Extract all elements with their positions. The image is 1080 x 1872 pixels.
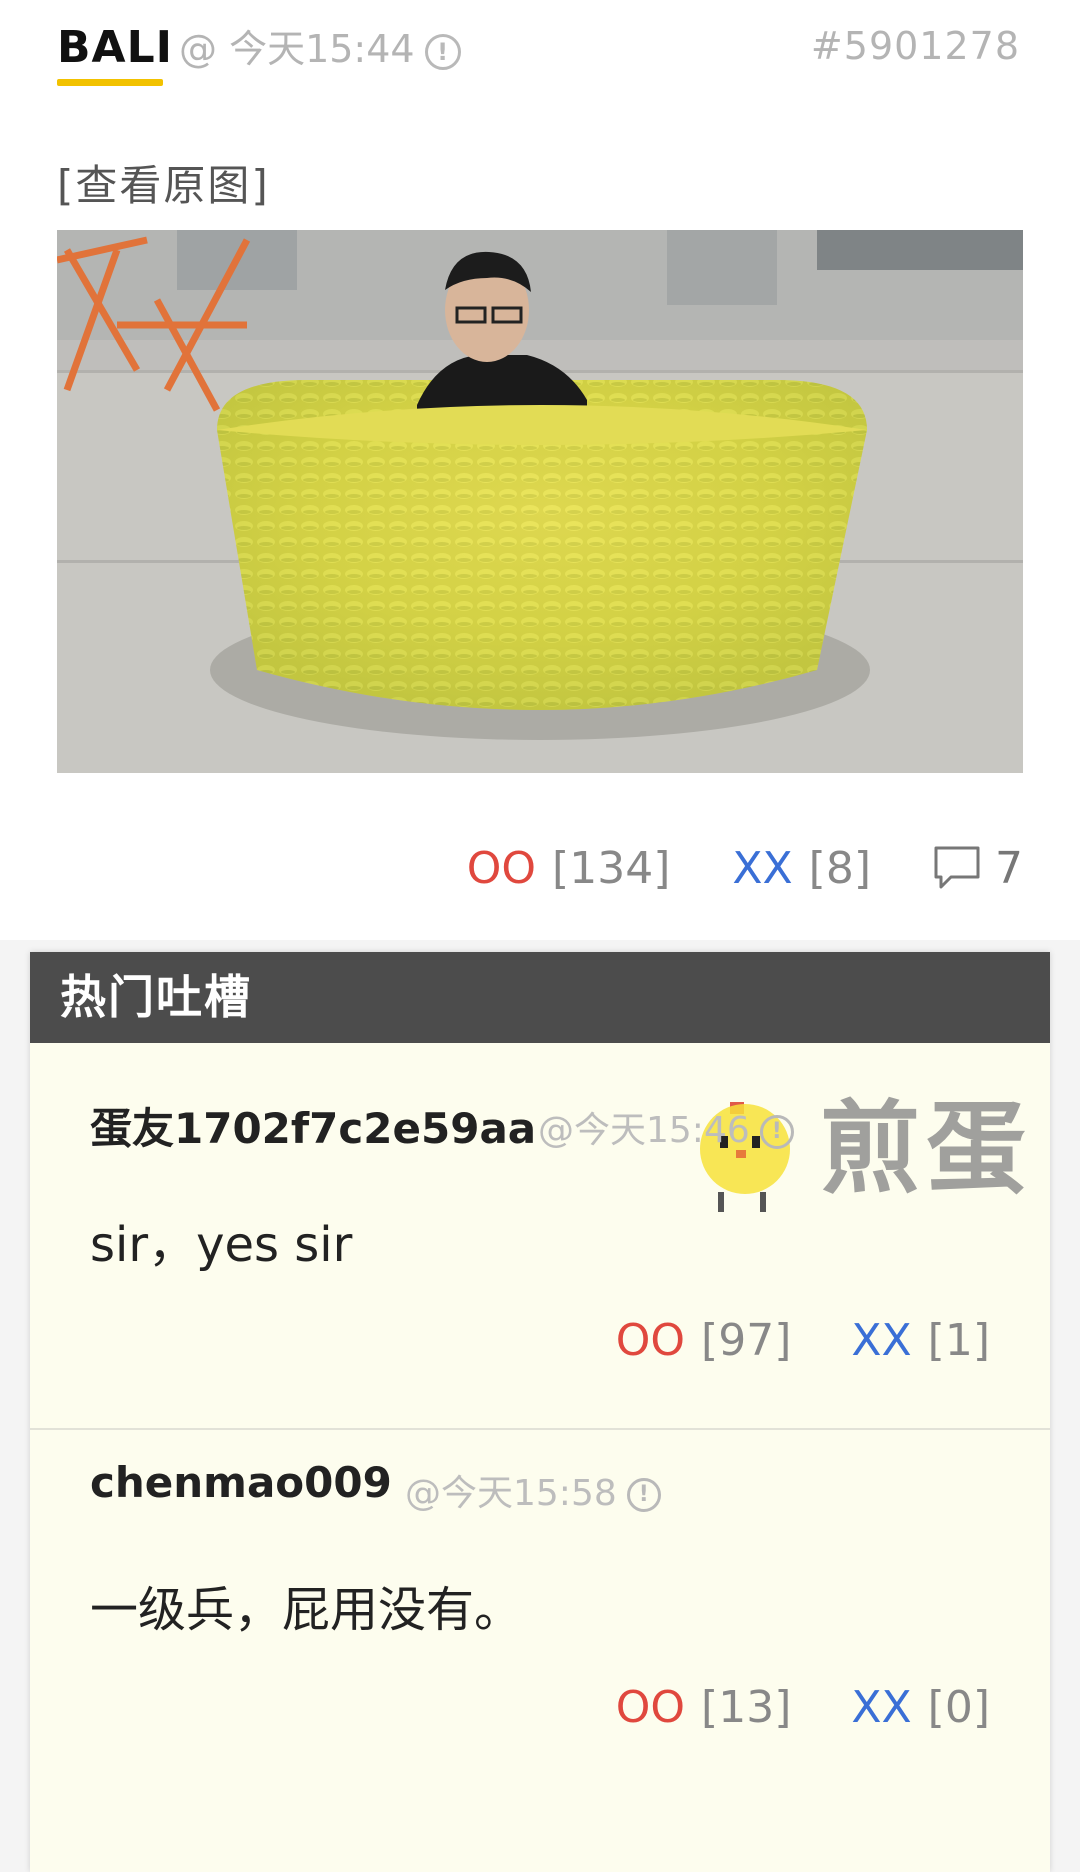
post-author[interactable]: BALI — [57, 18, 173, 78]
banana-photo — [57, 230, 1023, 773]
comment-count: 7 — [995, 842, 1023, 894]
info-icon[interactable]: ! — [759, 1115, 794, 1149]
post-timestamp: @ 今天15:44 — [179, 27, 415, 71]
info-icon[interactable]: ! — [626, 1478, 661, 1512]
oo-label: OO — [615, 1682, 686, 1733]
comments-button[interactable]: 7 — [933, 843, 1023, 894]
oo-count: [97] — [701, 1315, 792, 1366]
oo-vote-button[interactable]: OO [97] — [616, 1315, 792, 1366]
xx-vote-button[interactable]: XX [1] — [851, 1315, 990, 1366]
info-icon[interactable]: ! — [424, 33, 461, 70]
comment-actions: OO [97] XX [1] — [616, 1315, 990, 1366]
xx-label: XX — [851, 1315, 912, 1366]
oo-count: [134] — [552, 842, 671, 894]
xx-count: [8] — [808, 842, 871, 894]
comment-author[interactable]: 蛋友1702f7c2e59aa — [90, 1095, 536, 1156]
xx-count: [1] — [927, 1315, 990, 1366]
comment-item: 蛋友1702f7c2e59aa @今天15:46! sir，yes sir OO… — [30, 1043, 1050, 1430]
oo-count: [13] — [701, 1682, 792, 1733]
comment-actions: OO [13] XX [0] — [616, 1682, 990, 1733]
author-wrap: BALI — [57, 18, 173, 86]
post-card: BALI @ 今天15:44! #5901278 [查看原图] OO [134]… — [0, 0, 1080, 940]
xx-label: XX — [851, 1682, 912, 1733]
oo-label: OO — [615, 1315, 686, 1366]
post-id[interactable]: #5901278 — [811, 24, 1020, 68]
post-meta: @ 今天15:44! — [179, 26, 461, 72]
post-actions: OO [134] XX [8] 7 — [467, 838, 1023, 898]
comment-body: sir，yes sir — [90, 1217, 353, 1273]
comment-item: chenmao009 @今天15:58! 一级兵，屁用没有。 OO [13] X… — [30, 1430, 1050, 1872]
comment-meta: @今天15:58! — [405, 1464, 661, 1516]
comment-author[interactable]: chenmao009 — [90, 1458, 392, 1507]
comment-body: 一级兵，屁用没有。 — [90, 1582, 523, 1638]
hot-comments-title: 热门吐槽 — [30, 952, 1050, 1043]
xx-vote-button[interactable]: XX [0] — [851, 1682, 990, 1733]
post-photo[interactable] — [57, 230, 1023, 773]
xx-count: [0] — [927, 1682, 990, 1733]
xx-vote-button[interactable]: XX [8] — [732, 843, 871, 894]
oo-label: OO — [466, 842, 537, 894]
hot-comments-section: 热门吐槽 煎蛋 蛋友1702f7c2e59aa @今天15:46! sir，ye… — [30, 952, 1050, 1872]
post-header: BALI @ 今天15:44! #5901278 — [57, 18, 1020, 88]
oo-vote-button[interactable]: OO [13] — [616, 1682, 792, 1733]
comment-meta: @今天15:46! — [538, 1101, 794, 1153]
view-original-link[interactable]: [查看原图] — [57, 152, 270, 213]
comment-timestamp: @今天15:46 — [538, 1110, 750, 1151]
author-underline — [57, 79, 163, 86]
xx-label: XX — [732, 842, 793, 894]
oo-vote-button[interactable]: OO [134] — [467, 843, 671, 894]
comment-timestamp: @今天15:58 — [405, 1473, 617, 1514]
comment-bubble-icon — [934, 846, 980, 889]
